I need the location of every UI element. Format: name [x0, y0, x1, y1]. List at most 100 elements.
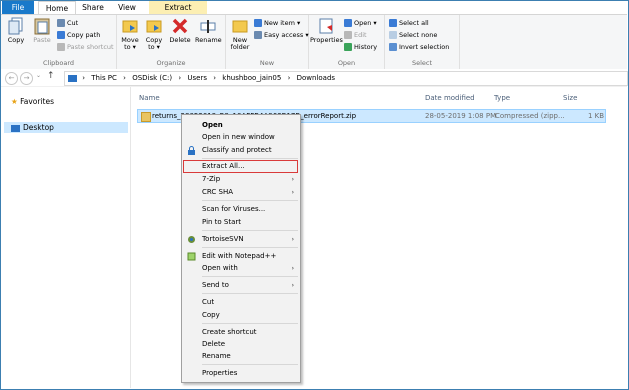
move-to-button[interactable]: Move to ▾ — [119, 17, 141, 51]
menu-copy[interactable]: Copy — [202, 310, 220, 321]
rename-icon — [200, 20, 216, 33]
submenu-arrow-icon: › — [291, 265, 294, 272]
cut-button[interactable]: Cut — [57, 18, 78, 28]
back-button[interactable]: ← — [5, 72, 18, 85]
breadcrumb-downloads[interactable]: Downloads — [297, 74, 335, 82]
copy-path-icon — [57, 31, 65, 39]
breadcrumb-sep: › — [123, 74, 126, 82]
paste-button[interactable]: Paste — [31, 17, 53, 44]
copy-path-button[interactable]: Copy path — [57, 30, 100, 40]
open-label: Open — [337, 59, 356, 67]
forward-button[interactable]: → — [20, 72, 33, 85]
organize-label: Organize — [156, 59, 186, 67]
address-bar[interactable]: › This PC › OSDisk (C:) › Users › khushb… — [64, 71, 628, 86]
menu-separator — [202, 364, 298, 365]
history-icon — [344, 43, 352, 51]
file-date: 28-05-2019 1:08 PM — [425, 112, 497, 120]
menu-separator — [202, 276, 298, 277]
delete-x-icon — [172, 18, 188, 34]
open-button[interactable]: Open ▾ — [344, 18, 377, 28]
menu-crc-sha[interactable]: CRC SHA — [202, 187, 233, 198]
invert-selection-button[interactable]: Invert selection — [389, 42, 449, 52]
tab-home[interactable]: Home — [38, 1, 76, 14]
breadcrumb-sep: › — [178, 74, 182, 82]
breadcrumb-sep: › — [287, 74, 291, 82]
easy-access-button[interactable]: Easy access ▾ — [254, 30, 309, 40]
easy-access-icon — [254, 31, 262, 39]
tab-extract[interactable]: Extract — [149, 1, 207, 14]
copy-icon — [8, 17, 23, 35]
menu-create-shortcut[interactable]: Create shortcut — [202, 327, 257, 338]
column-name[interactable]: Name — [139, 94, 160, 102]
breadcrumb-this-pc[interactable]: This PC — [91, 74, 117, 82]
back-arrow-icon: ← — [8, 74, 15, 82]
copy-folder-icon — [146, 20, 162, 33]
menu-extract-all[interactable]: Extract All... — [202, 161, 245, 172]
favorites-item[interactable]: ★ Favorites — [11, 97, 54, 106]
copy-to-button[interactable]: Copy to ▾ — [143, 17, 165, 51]
new-item-button[interactable]: New item ▾ — [254, 18, 300, 28]
menu-properties[interactable]: Properties — [202, 368, 237, 379]
new-item-icon — [254, 19, 262, 27]
paste-shortcut-button[interactable]: Paste shortcut — [57, 42, 114, 52]
ribbon: Copy Paste Cut Copy path Paste shortcut … — [1, 14, 627, 70]
properties-button[interactable]: Properties — [310, 17, 343, 44]
rename-button[interactable]: Rename — [195, 17, 222, 44]
up-button[interactable]: ↑ — [47, 71, 55, 81]
desktop-item[interactable]: Desktop — [4, 122, 128, 133]
menu-classify-protect[interactable]: Classify and protect — [202, 145, 272, 156]
select-none-button[interactable]: Select none — [389, 30, 437, 40]
open-group: Properties Open ▾ Edit History Open — [309, 15, 385, 69]
menu-tortoisesvn[interactable]: TortoiseSVN — [202, 234, 244, 245]
menu-delete[interactable]: Delete — [202, 339, 225, 350]
clipboard-label: Clipboard — [42, 59, 75, 67]
menu-scan-viruses[interactable]: Scan for Viruses... — [202, 204, 265, 215]
column-size[interactable]: Size — [563, 94, 577, 102]
menu-7zip[interactable]: 7-Zip — [202, 174, 220, 185]
context-menu: Open Open in new window Classify and pro… — [181, 114, 301, 383]
new-label: New — [259, 59, 275, 67]
menu-edit-notepadpp[interactable]: Edit with Notepad++ — [202, 251, 276, 262]
menu-open[interactable]: Open — [202, 120, 223, 131]
menu-separator — [202, 158, 298, 159]
breadcrumb-users[interactable]: Users — [187, 74, 207, 82]
tab-file[interactable]: File — [2, 1, 34, 14]
select-all-button[interactable]: Select all — [389, 18, 429, 28]
tortoisesvn-icon — [188, 236, 195, 243]
history-button[interactable]: History — [344, 42, 377, 52]
edit-icon — [344, 31, 352, 39]
menu-rename[interactable]: Rename — [202, 351, 231, 362]
tab-view[interactable]: View — [112, 1, 142, 14]
paste-icon — [34, 18, 50, 35]
new-folder-icon — [232, 20, 248, 33]
menu-open-with[interactable]: Open with — [202, 263, 238, 274]
delete-button[interactable]: Delete — [169, 17, 191, 44]
up-arrow-icon: ↑ — [47, 71, 55, 81]
edit-button[interactable]: Edit — [344, 30, 367, 40]
scissors-icon — [57, 19, 65, 27]
file-type: Compressed (zipp... — [495, 112, 565, 120]
invert-selection-icon — [389, 43, 397, 51]
move-folder-icon — [122, 20, 138, 33]
select-none-icon — [389, 31, 397, 39]
breadcrumb-user[interactable]: khushboo_jain05 — [222, 74, 281, 82]
submenu-arrow-icon: › — [291, 236, 294, 243]
column-date[interactable]: Date modified — [425, 94, 475, 102]
new-folder-button[interactable]: New folder — [228, 17, 252, 51]
menu-cut[interactable]: Cut — [202, 297, 214, 308]
copy-button[interactable]: Copy — [5, 17, 27, 44]
notepadpp-icon — [187, 252, 196, 261]
menu-pin-to-start[interactable]: Pin to Start — [202, 217, 241, 228]
column-type[interactable]: Type — [494, 94, 510, 102]
tab-share[interactable]: Share — [76, 1, 110, 14]
clipboard-group: Copy Paste Cut Copy path Paste shortcut … — [1, 15, 117, 69]
breadcrumb-osdisk[interactable]: OSDisk (C:) — [132, 74, 172, 82]
breadcrumb-sep: › — [213, 74, 217, 82]
recent-locations-button[interactable]: ⌄ — [36, 72, 41, 79]
menu-separator — [202, 323, 298, 324]
menu-separator — [202, 200, 298, 201]
star-icon: ★ — [11, 97, 18, 106]
menu-open-new-window[interactable]: Open in new window — [202, 132, 275, 143]
menu-send-to[interactable]: Send to — [202, 280, 229, 291]
submenu-arrow-icon: › — [291, 176, 294, 183]
